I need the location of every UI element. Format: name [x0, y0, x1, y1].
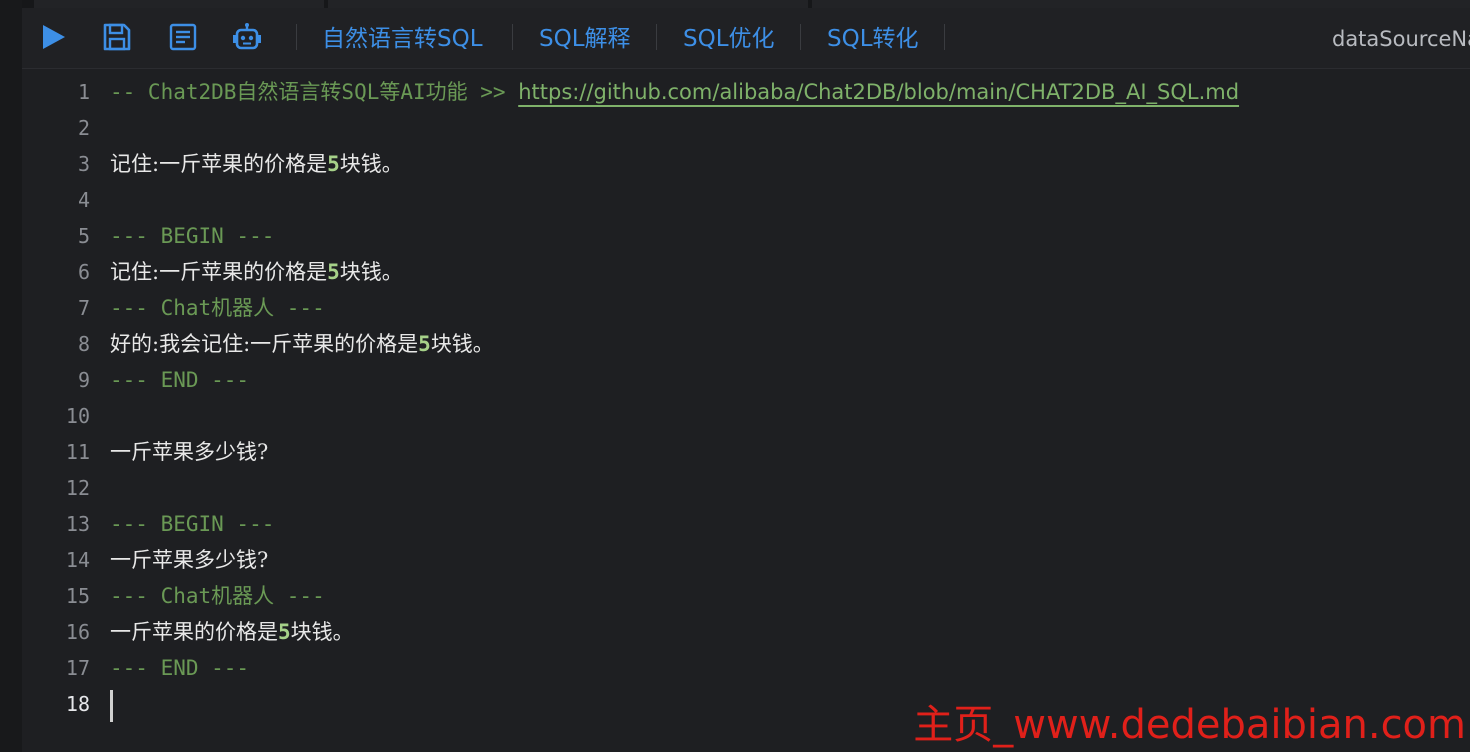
toolbar-separator — [944, 24, 945, 50]
code-token: 5 — [418, 332, 431, 356]
code-line[interactable]: 5 --- BEGIN --- — [22, 218, 1470, 254]
code-text: 好的:我会记住:一斤苹果的价格是5块钱。 — [110, 326, 494, 362]
code-line[interactable]: 10 — [22, 398, 1470, 434]
code-token: 5 — [278, 620, 291, 644]
editor-tab[interactable] — [34, 0, 324, 8]
code-line[interactable]: 9 --- END --- — [22, 362, 1470, 398]
toolbar-separator — [296, 24, 297, 50]
code-line[interactable]: 8 好的:我会记住:一斤苹果的价格是5块钱。 — [22, 326, 1470, 362]
code-line[interactable]: 16 一斤苹果的价格是5块钱。 — [22, 614, 1470, 650]
code-text: --- BEGIN --- — [110, 218, 274, 254]
line-number: 4 — [77, 188, 90, 212]
line-number: 1 — [77, 80, 90, 104]
code-line[interactable]: 12 — [22, 470, 1470, 506]
code-token: -- Chat2DB自然语言转SQL等AI功能 >> — [110, 80, 519, 104]
line-number: 18 — [65, 692, 90, 716]
code-text: --- END --- — [110, 362, 249, 398]
code-text: --- END --- — [110, 650, 249, 686]
line-number: 6 — [77, 260, 90, 284]
code-line[interactable]: 2 — [22, 110, 1470, 146]
line-number: 7 — [77, 296, 90, 320]
app-window: 自然语言转SQL SQL解释 SQL优化 SQL转化 dataSourceNa … — [0, 0, 1470, 752]
code-token: --- BEGIN --- — [110, 512, 275, 536]
line-number: 8 — [77, 332, 90, 356]
code-token: 记住:一斤苹果的价格是 — [110, 260, 328, 284]
code-token: 块钱。 — [290, 620, 354, 644]
code-token: 块钱。 — [430, 332, 494, 356]
left-panel-edge — [0, 0, 23, 752]
play-icon[interactable] — [38, 22, 68, 52]
code-text: 一斤苹果多少钱? — [110, 434, 268, 470]
line-number: 10 — [65, 404, 90, 428]
code-token: 一斤苹果的价格是 — [110, 620, 278, 644]
code-text: 记住:一斤苹果的价格是5块钱。 — [110, 254, 403, 290]
code-token: 5 — [327, 260, 340, 284]
code-token: 块钱。 — [339, 260, 403, 284]
code-token: 5 — [327, 152, 340, 176]
toolbar-separator — [512, 24, 513, 50]
code-text: --- Chat机器人 --- — [110, 578, 325, 614]
code-text: 一斤苹果多少钱? — [110, 542, 268, 578]
editor-tab[interactable] — [812, 0, 1470, 8]
code-line[interactable]: 6 记住:一斤苹果的价格是5块钱。 — [22, 254, 1470, 290]
code-token: --- END --- — [110, 368, 250, 392]
save-icon[interactable] — [102, 22, 132, 52]
line-number: 2 — [77, 116, 90, 140]
code-token: --- Chat机器人 --- — [110, 296, 325, 320]
code-line[interactable]: 14 一斤苹果多少钱? — [22, 542, 1470, 578]
code-token: 记住:一斤苹果的价格是 — [110, 152, 328, 176]
line-number: 16 — [65, 620, 90, 644]
editor-tab[interactable] — [328, 0, 808, 8]
code-text: -- Chat2DB自然语言转SQL等AI功能 >> https://githu… — [110, 74, 1239, 110]
sql-explain-button[interactable]: SQL解释 — [539, 24, 631, 54]
line-number: 13 — [65, 512, 90, 536]
code-token: 好的:我会记住:一斤苹果的价格是 — [110, 332, 419, 356]
code-line[interactable]: 11 一斤苹果多少钱? — [22, 434, 1470, 470]
line-number: 11 — [65, 440, 90, 464]
code-line[interactable]: 7 --- Chat机器人 --- — [22, 290, 1470, 326]
line-number: 3 — [77, 152, 90, 176]
code-text: --- BEGIN --- — [110, 506, 274, 542]
toolbar-separator — [656, 24, 657, 50]
robot-icon[interactable] — [232, 22, 262, 52]
line-number: 17 — [65, 656, 90, 680]
code-line[interactable]: 3 记住:一斤苹果的价格是5块钱。 — [22, 146, 1470, 182]
line-number: 5 — [77, 224, 90, 248]
datasource-name[interactable]: dataSourceNa — [1332, 24, 1470, 54]
text-cursor — [110, 690, 113, 722]
editor-toolbar: 自然语言转SQL SQL解释 SQL优化 SQL转化 dataSourceNa — [22, 8, 1470, 69]
code-line[interactable]: 13 --- BEGIN --- — [22, 506, 1470, 542]
code-token: 块钱。 — [339, 152, 403, 176]
tab-bar — [22, 0, 1470, 8]
code-line[interactable]: 4 — [22, 182, 1470, 218]
line-number: 12 — [65, 476, 90, 500]
line-number: 9 — [77, 368, 90, 392]
nl-to-sql-button[interactable]: 自然语言转SQL — [322, 24, 483, 54]
format-icon[interactable] — [168, 22, 198, 52]
line-number: 14 — [65, 548, 90, 572]
watermark: 主页_www.dedebaibian.com — [913, 702, 1466, 748]
code-text: --- Chat机器人 --- — [110, 290, 325, 326]
toolbar-separator — [800, 24, 801, 50]
code-token: 一斤苹果多少钱? — [110, 548, 269, 572]
code-text: 一斤苹果的价格是5块钱。 — [110, 614, 354, 650]
code-line[interactable]: 17 --- END --- — [22, 650, 1470, 686]
sql-convert-button[interactable]: SQL转化 — [827, 24, 919, 54]
code-token: --- END --- — [110, 656, 250, 680]
code-link[interactable]: https://github.com/alibaba/Chat2DB/blob/… — [518, 80, 1239, 104]
code-token: --- BEGIN --- — [110, 224, 275, 248]
code-text: 记住:一斤苹果的价格是5块钱。 — [110, 146, 403, 182]
code-token: 一斤苹果多少钱? — [110, 440, 269, 464]
line-number: 15 — [65, 584, 90, 608]
code-line[interactable]: 15 --- Chat机器人 --- — [22, 578, 1470, 614]
sql-editor[interactable]: 1 -- Chat2DB自然语言转SQL等AI功能 >> https://gith… — [22, 69, 1470, 752]
code-token: --- Chat机器人 --- — [110, 584, 325, 608]
sql-optimize-button[interactable]: SQL优化 — [683, 24, 775, 54]
code-line[interactable]: 1 -- Chat2DB自然语言转SQL等AI功能 >> https://gith… — [22, 74, 1470, 110]
